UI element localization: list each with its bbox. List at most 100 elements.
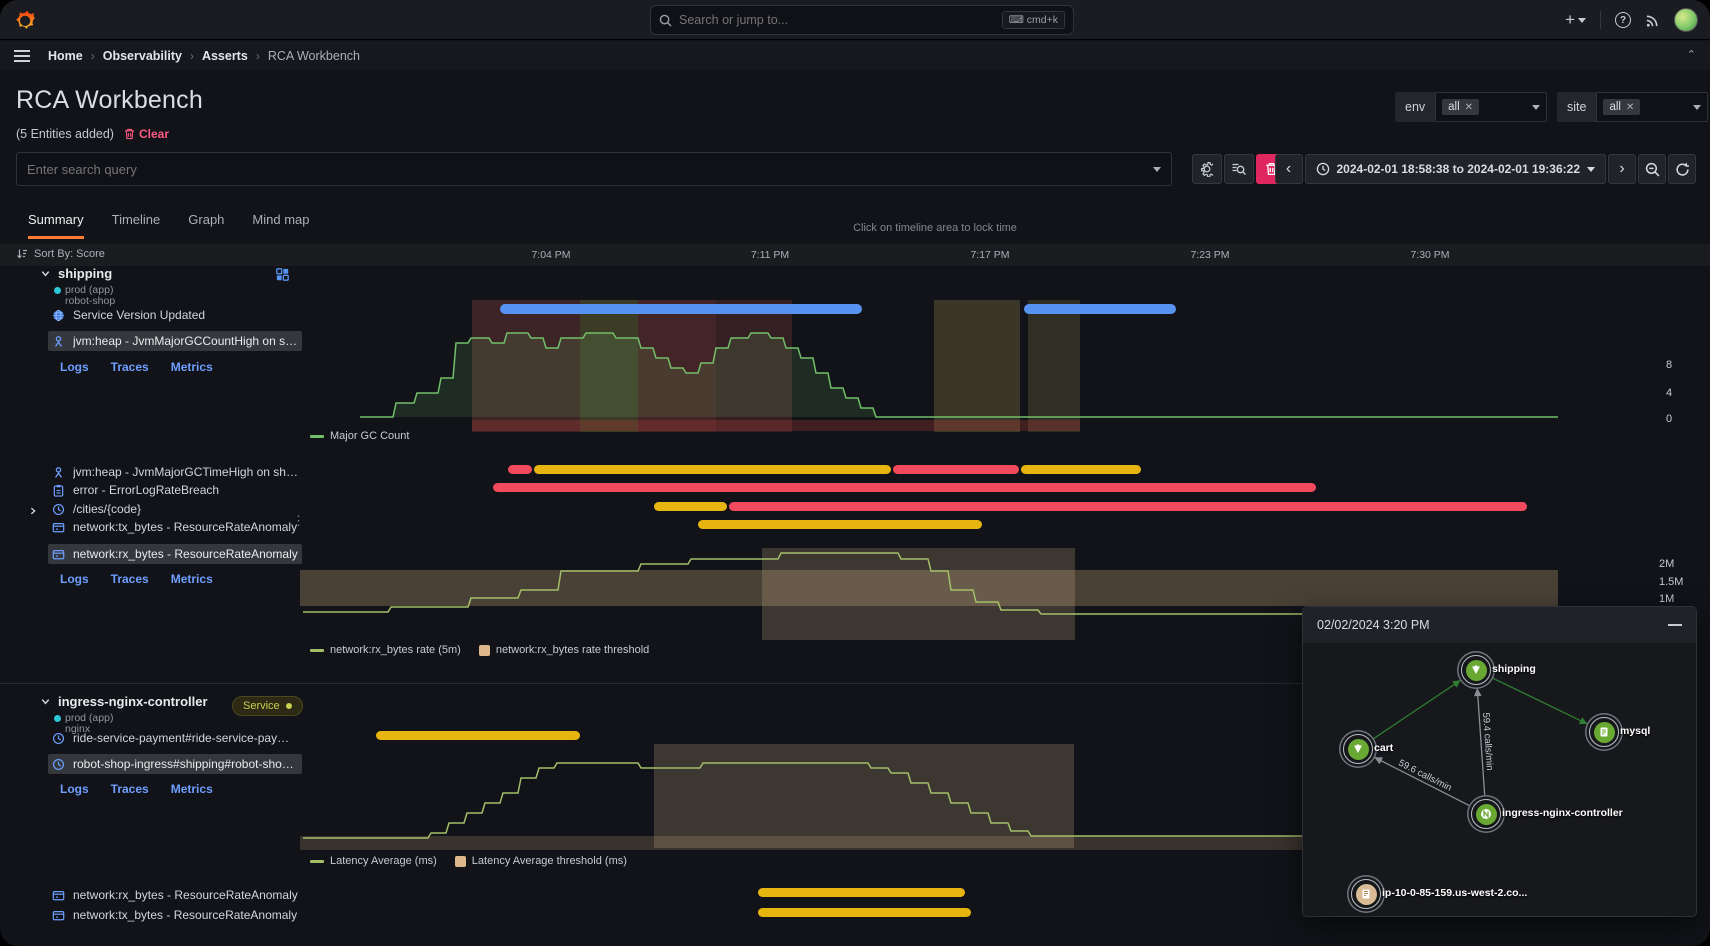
graph-node-mysql[interactable] [1589, 717, 1619, 747]
sidebar-item-label: jvm:heap - JvmMajorGCCountHigh on shippi… [73, 334, 298, 348]
db-icon [1594, 722, 1615, 743]
app-window: ⌨ cmd+k + ? Home › Observability › Asser… [0, 0, 1710, 946]
graph-edge [1374, 681, 1460, 739]
sidebar-item[interactable]: error - ErrorLogRateBreach [48, 480, 302, 500]
workbench-grid-icon[interactable] [276, 268, 291, 283]
entity-graph-panel[interactable]: 02/02/2024 3:20 PM 59.4 calls/min59.6 ca… [1302, 606, 1697, 917]
sidebar-item[interactable]: network:tx_bytes - ResourceRateAnomaly [48, 517, 302, 537]
sidebar-item-label: error - ErrorLogRateBreach [73, 483, 219, 497]
assertion-bar-red[interactable] [729, 502, 1527, 511]
entity-name: ingress-nginx-controller [58, 694, 208, 709]
assertion-bar-yellow[interactable] [758, 888, 965, 897]
entity-name: shipping [58, 266, 112, 281]
legend-item[interactable]: Latency Average threshold (ms) [455, 855, 627, 867]
graph-panel-body[interactable]: 59.4 calls/min59.6 calls/minshippingmysq… [1303, 643, 1696, 916]
legend-swatch [310, 435, 324, 438]
sidebar-item-label: network:rx_bytes - ResourceRateAnomaly [73, 888, 298, 902]
latency-icon [52, 758, 65, 771]
sidebar-item[interactable]: network:tx_bytes - ResourceRateAnomaly [48, 905, 302, 925]
graph-node-shipping[interactable] [1461, 655, 1491, 685]
sidebar-item-label: network:tx_bytes - ResourceRateAnomaly [73, 520, 297, 534]
resource-icon [52, 909, 65, 922]
sidebar-item[interactable]: ride-service-payment#ride-service-paymen… [48, 728, 302, 748]
service-type-badge: Service [232, 696, 303, 716]
minimize-icon[interactable] [1668, 624, 1682, 626]
graph-node-host[interactable] [1351, 879, 1381, 909]
assertion-bar-yellow[interactable] [698, 520, 982, 529]
assertion-bar-yellow[interactable] [1021, 465, 1141, 474]
metrics-link[interactable]: Metrics [171, 782, 213, 796]
chart-legend: network:rx_bytes rate (5m) network:rx_byt… [310, 644, 649, 656]
resource-icon [52, 521, 65, 534]
metrics-link[interactable]: Metrics [171, 360, 213, 374]
assertion-bar-red[interactable] [493, 483, 1316, 492]
env-status-dot [54, 287, 61, 294]
resource-icon [52, 548, 65, 561]
sidebar-item-label: network:tx_bytes - ResourceRateAnomaly [73, 908, 297, 922]
entity-links-row: Logs Traces Metrics [60, 782, 213, 796]
expand-chevron-icon[interactable] [28, 503, 38, 521]
graph-panel-header[interactable]: 02/02/2024 3:20 PM [1303, 607, 1696, 643]
traces-link[interactable]: Traces [111, 360, 149, 374]
traces-link[interactable]: Traces [111, 782, 149, 796]
sidebar-item[interactable]: network:rx_bytes - ResourceRateAnomaly [48, 544, 302, 564]
sidebar-item[interactable]: network:rx_bytes - ResourceRateAnomaly [48, 885, 302, 905]
metrics-link[interactable]: Metrics [171, 572, 213, 586]
sidebar-item[interactable]: Service Version Updated [48, 305, 302, 325]
graph-panel-timestamp: 02/02/2024 3:20 PM [1317, 618, 1430, 632]
legend-swatch [310, 860, 324, 863]
sidebar-item-label: ride-service-payment#ride-service-paymen… [73, 731, 298, 745]
entity-links-row: Logs Traces Metrics [60, 572, 213, 586]
status-dot [286, 703, 292, 709]
entity-header-ingress-nginx-controller[interactable]: ingress-nginx-controller [40, 694, 208, 709]
traces-link[interactable]: Traces [111, 572, 149, 586]
heap-icon [52, 466, 65, 479]
graph-node-label: ingress-nginx-controller [1502, 807, 1623, 819]
legend-swatch [455, 856, 466, 867]
entity-header-shipping[interactable]: shipping [40, 266, 112, 281]
heap-icon [52, 335, 65, 348]
entity-links-row: Logs Traces Metrics [60, 360, 213, 374]
env-status-dot [54, 715, 61, 722]
service-icon [1348, 739, 1369, 760]
assertion-bar-red[interactable] [508, 465, 532, 474]
latency-icon [52, 732, 65, 745]
assertion-bar-red[interactable] [893, 465, 1019, 474]
sidebar-item[interactable]: jvm:heap - JvmMajorGCTimeHigh on shippin… [48, 462, 302, 482]
legend-item[interactable]: network:rx_bytes rate (5m) [310, 644, 461, 656]
assertion-bar-yellow[interactable] [376, 731, 580, 740]
change-event-bar[interactable] [1024, 304, 1176, 314]
logs-link[interactable]: Logs [60, 360, 89, 374]
graph-node-label: ip-10-0-85-159.us-west-2.co... [1382, 887, 1527, 899]
service-icon [1466, 660, 1487, 681]
globe-icon [52, 309, 65, 322]
graph-node-label: shipping [1492, 663, 1536, 675]
assertion-bar-yellow[interactable] [654, 502, 727, 511]
change-event-bar[interactable] [500, 304, 862, 314]
graph-node-ingress[interactable] [1471, 799, 1501, 829]
edge-label: 59.6 calls/min [1397, 758, 1454, 794]
assertion-bar-yellow[interactable] [534, 465, 891, 474]
assertion-bar-yellow[interactable] [758, 908, 971, 917]
logs-link[interactable]: Logs [60, 572, 89, 586]
nginx-icon [1476, 804, 1497, 825]
legend-item[interactable]: Latency Average (ms) [310, 855, 437, 867]
legend-swatch [310, 649, 324, 652]
sidebar-item-label: jvm:heap - JvmMajorGCTimeHigh on shippin… [73, 465, 298, 479]
sidebar-item-label: /cities/{code} [73, 502, 141, 516]
sidebar-item[interactable]: robot-shop-ingress#shipping#robot-shop -… [48, 754, 302, 774]
sidebar-item-label: network:rx_bytes - ResourceRateAnomaly [73, 547, 298, 561]
logs-link[interactable]: Logs [60, 782, 89, 796]
log-icon [52, 484, 65, 497]
legend-item[interactable]: network:rx_bytes rate threshold [479, 644, 649, 656]
latency-icon [52, 503, 65, 516]
graph-node-cart[interactable] [1343, 734, 1373, 764]
sidebar-item-label: Service Version Updated [73, 308, 205, 322]
sidebar-item[interactable]: /cities/{code} [48, 499, 302, 519]
sidebar-item[interactable]: jvm:heap - JvmMajorGCCountHigh on shippi… [48, 331, 302, 351]
graph-node-label: mysql [1620, 725, 1650, 737]
legend-item[interactable]: Major GC Count [310, 430, 409, 442]
graph-edge [1375, 758, 1469, 806]
chart-legend: Major GC Count [310, 430, 409, 442]
legend-swatch [479, 645, 490, 656]
